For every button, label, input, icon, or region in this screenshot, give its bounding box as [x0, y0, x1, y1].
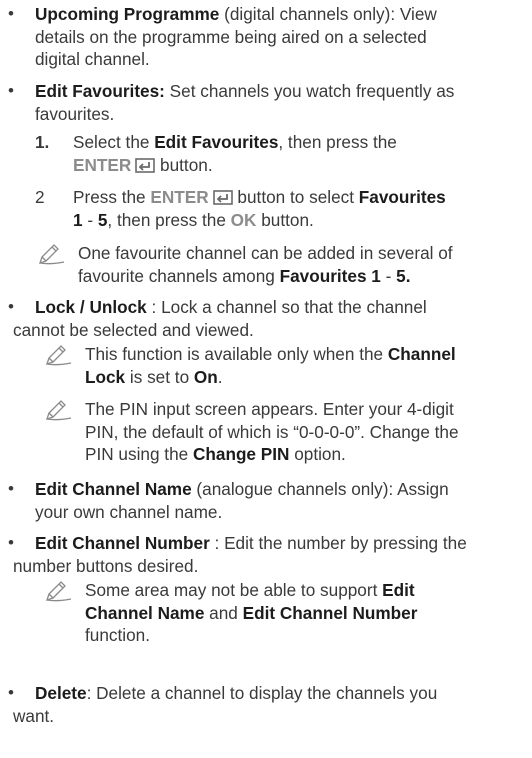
enter-return-icon	[212, 190, 233, 205]
item-lock-unlock: • Lock / Unlock : Lock a channel so that…	[0, 296, 532, 319]
item-upcoming-programme: • Upcoming Programme (digital channels o…	[0, 3, 532, 71]
enter-return-icon	[135, 157, 156, 173]
item-delete: • Delete: Delete a channel to display th…	[0, 682, 532, 705]
bullet: •	[8, 479, 14, 498]
item-edit-channel-name: • Edit Channel Name (analogue channels o…	[0, 478, 532, 523]
bullet: •	[8, 297, 14, 316]
bullet: •	[8, 81, 14, 100]
item-edit-channel-number: • Edit Channel Number : Edit the number …	[0, 532, 532, 555]
step-1: 1. Select the Edit Favourites, then pres…	[35, 132, 397, 175]
note-favourites: One favourite channel can be added in se…	[38, 242, 518, 287]
item-edit-favourites: • Edit Favourites: Set channels you watc…	[0, 80, 532, 125]
ok-label: OK	[230, 209, 257, 230]
item-title: Edit Channel Name	[35, 479, 192, 499]
item-title: Upcoming Programme	[35, 4, 220, 24]
note-area-support: Some area may not be able to support Edi…	[45, 579, 525, 647]
note-channel-lock: This function is available only when the…	[45, 343, 525, 388]
note-pin: The PIN input screen appears. Enter your…	[45, 398, 525, 466]
enter-label: ENTER	[73, 154, 132, 175]
item-title: Lock / Unlock	[35, 297, 147, 317]
item-title: Edit Channel Number	[35, 533, 210, 553]
item-edit-channel-number-cont: number buttons desired.	[13, 556, 199, 576]
item-title: Edit Favourites:	[35, 81, 165, 101]
note-pencil-icon	[45, 345, 72, 366]
bullet: •	[8, 533, 14, 552]
note-pencil-icon	[45, 581, 72, 602]
note-pencil-icon	[38, 244, 65, 265]
bullet: •	[8, 4, 14, 23]
enter-label: ENTER	[150, 187, 209, 207]
item-delete-cont: want.	[13, 706, 55, 726]
step-2: 2 Press the ENTER button to select Favou…	[35, 187, 446, 230]
bullet: •	[8, 683, 14, 702]
item-title: Delete	[35, 683, 87, 703]
item-lock-unlock-cont: cannot be selected and viewed.	[13, 320, 254, 340]
note-pencil-icon	[45, 400, 72, 421]
